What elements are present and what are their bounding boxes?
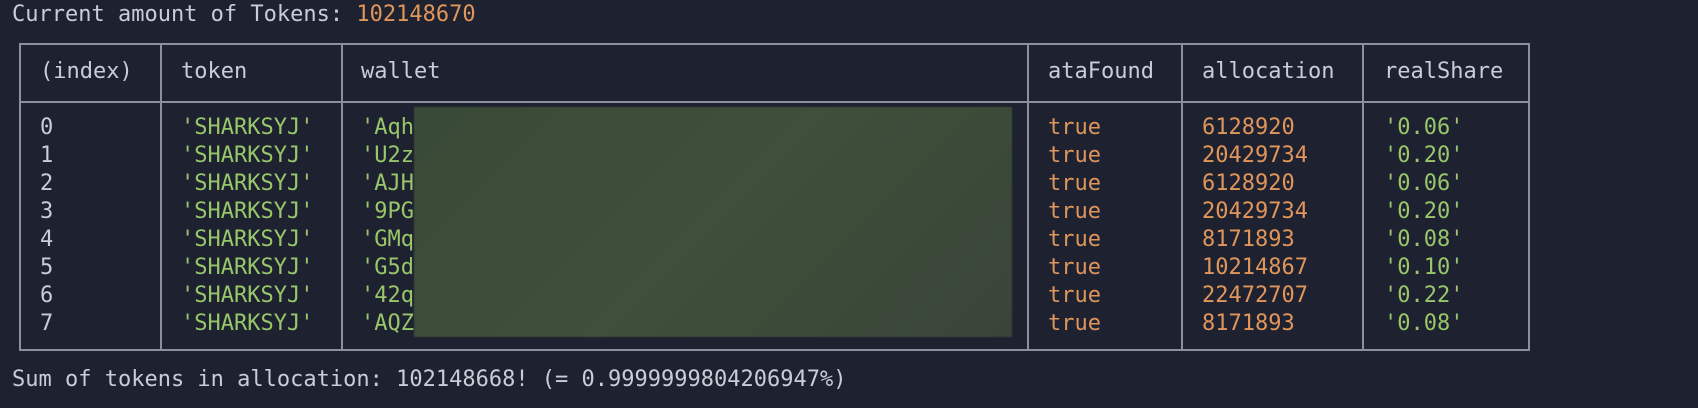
cell-allocation: 8171893 <box>1202 227 1295 252</box>
cell-index: 3 <box>40 199 54 224</box>
cell-index: 5 <box>40 255 54 280</box>
cell-token: 'SHARKSYJ' <box>181 143 314 168</box>
cell-wallet: 'AJH <box>361 171 414 196</box>
header-divider <box>21 101 1528 103</box>
cell-realshare: '0.08' <box>1384 227 1464 252</box>
cell-wallet: 'Aqh <box>361 115 414 140</box>
cell-wallet: '42q <box>361 283 414 308</box>
cell-atafound: true <box>1048 115 1101 140</box>
cell-realshare: '0.08' <box>1384 311 1464 336</box>
token-amount-label: Current amount of Tokens: <box>12 2 357 27</box>
cell-allocation: 20429734 <box>1202 143 1308 168</box>
cell-realshare: '0.20' <box>1384 199 1464 224</box>
cell-wallet: 'U2z <box>361 143 414 168</box>
cell-allocation: 6128920 <box>1202 171 1295 196</box>
cell-token: 'SHARKSYJ' <box>181 171 314 196</box>
cell-index: 2 <box>40 171 54 196</box>
cell-wallet: 'GMq <box>361 227 414 252</box>
redacted-wallet-area <box>414 107 1012 337</box>
cell-wallet: 'AQZ <box>361 311 414 336</box>
token-amount-line: Current amount of Tokens: 102148670 <box>12 0 476 30</box>
column-divider <box>341 45 343 349</box>
cell-realshare: '0.22' <box>1384 283 1464 308</box>
cell-index: 7 <box>40 311 54 336</box>
cell-index: 1 <box>40 143 54 168</box>
cell-index: 0 <box>40 115 54 140</box>
cell-atafound: true <box>1048 227 1101 252</box>
cell-index: 4 <box>40 227 54 252</box>
cell-realshare: '0.10' <box>1384 255 1464 280</box>
cell-realshare: '0.06' <box>1384 171 1464 196</box>
cell-allocation: 6128920 <box>1202 115 1295 140</box>
cell-token: 'SHARKSYJ' <box>181 283 314 308</box>
column-divider <box>1181 45 1183 349</box>
column-divider <box>160 45 162 349</box>
cell-allocation: 20429734 <box>1202 199 1308 224</box>
cell-atafound: true <box>1048 199 1101 224</box>
cell-realshare: '0.06' <box>1384 115 1464 140</box>
column-header-wallet: wallet <box>361 59 441 84</box>
token-amount-value: 102148670 <box>356 2 476 27</box>
cell-token: 'SHARKSYJ' <box>181 255 314 280</box>
cell-wallet: '9PG <box>361 199 414 224</box>
cell-wallet: 'G5d <box>361 255 414 280</box>
column-header-index: (index) <box>40 59 133 84</box>
cell-atafound: true <box>1048 283 1101 308</box>
cell-index: 6 <box>40 283 54 308</box>
column-header-token: token <box>181 59 248 84</box>
column-header-atafound: ataFound <box>1048 59 1154 84</box>
cell-atafound: true <box>1048 143 1101 168</box>
column-divider <box>1027 45 1029 349</box>
cell-atafound: true <box>1048 311 1101 336</box>
cell-token: 'SHARKSYJ' <box>181 115 314 140</box>
column-header-realshare: realShare <box>1384 59 1504 84</box>
cell-allocation: 8171893 <box>1202 311 1295 336</box>
allocation-sum-line: Sum of tokens in allocation: 102148668! … <box>12 367 847 392</box>
cell-token: 'SHARKSYJ' <box>181 311 314 336</box>
cell-atafound: true <box>1048 255 1101 280</box>
cell-atafound: true <box>1048 171 1101 196</box>
column-header-allocation: allocation <box>1202 59 1335 84</box>
cell-token: 'SHARKSYJ' <box>181 199 314 224</box>
cell-token: 'SHARKSYJ' <box>181 227 314 252</box>
column-divider <box>1362 45 1364 349</box>
cell-allocation: 10214867 <box>1202 255 1308 280</box>
cell-realshare: '0.20' <box>1384 143 1464 168</box>
cell-allocation: 22472707 <box>1202 283 1308 308</box>
